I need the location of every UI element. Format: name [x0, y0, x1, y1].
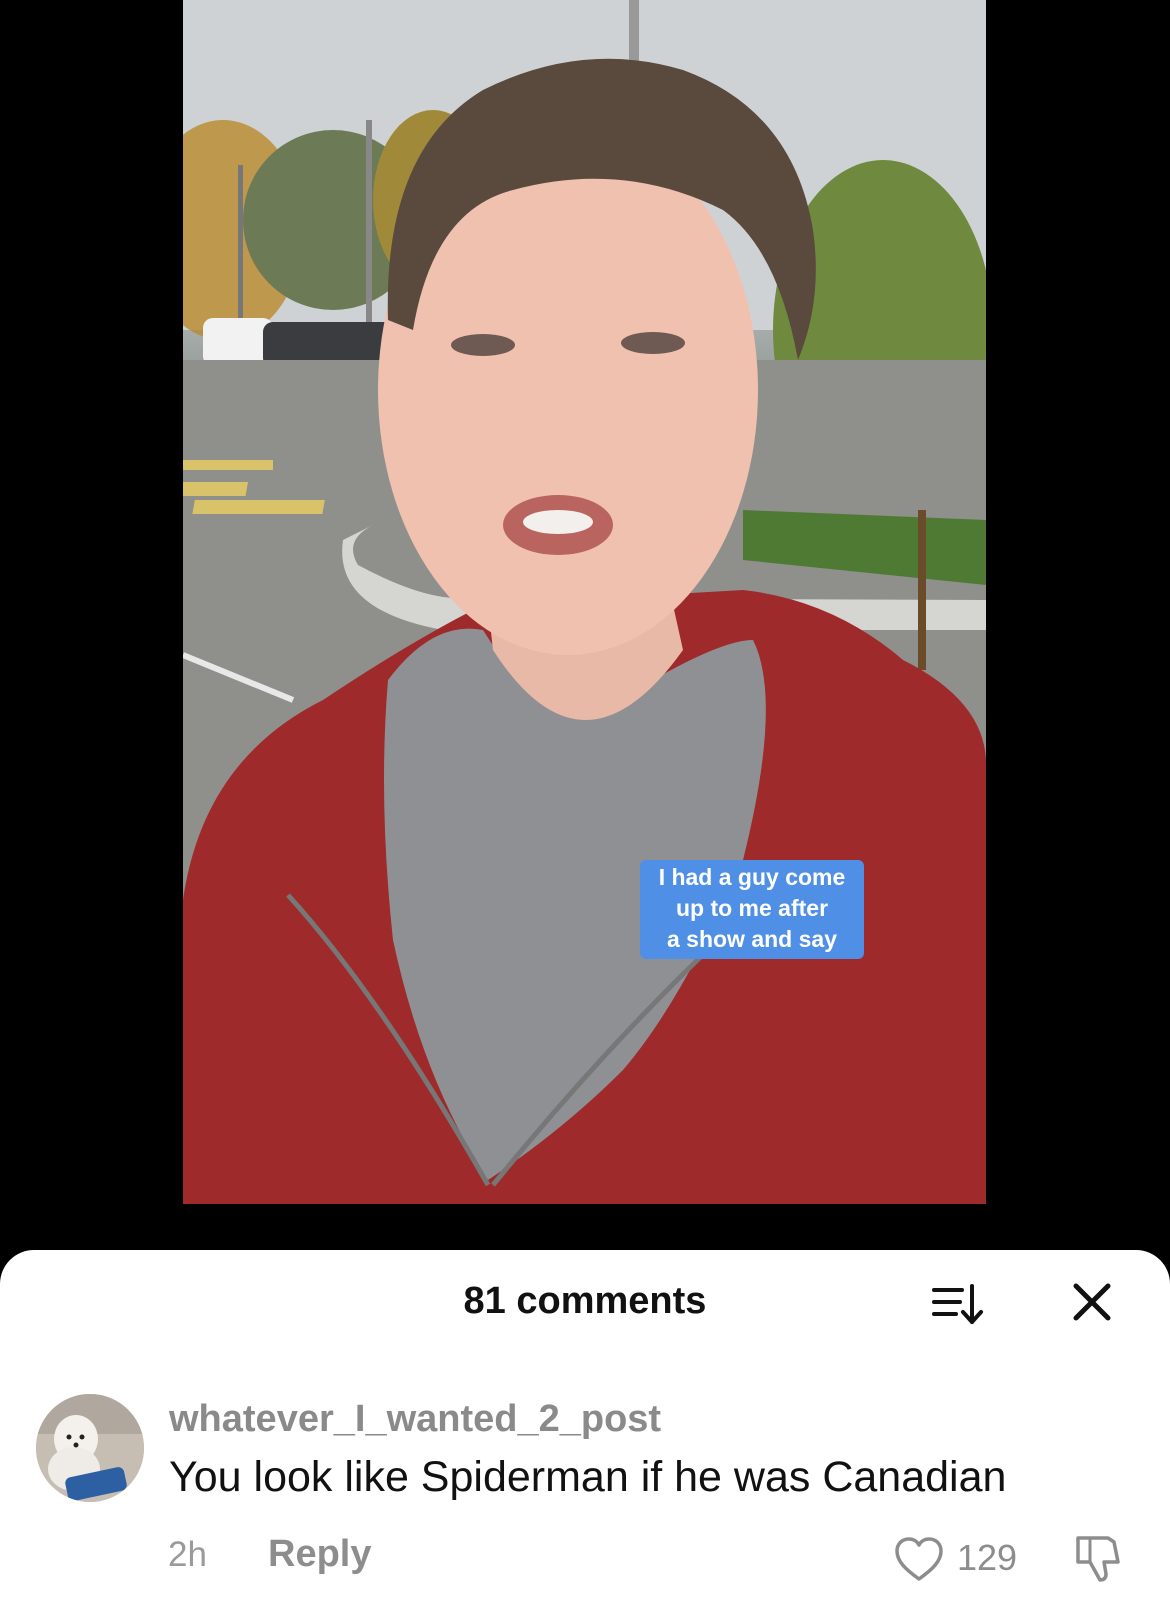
comment-text: You look like Spiderman if he was Canadi… — [169, 1453, 1007, 1501]
caption-line: a show and say — [666, 926, 837, 952]
close-button[interactable] — [1066, 1276, 1118, 1328]
like-count: 129 — [957, 1537, 1018, 1578]
reply-button[interactable]: Reply — [268, 1533, 371, 1576]
video-frame-illustration — [183, 0, 986, 1204]
close-icon — [1073, 1283, 1111, 1321]
video-caption: I had a guy come up to me after a show a… — [640, 860, 864, 959]
caption-line: up to me after — [675, 895, 829, 921]
heart-outline-icon[interactable] — [893, 1535, 945, 1583]
avatar-dog-image — [36, 1394, 144, 1502]
sort-button[interactable] — [930, 1278, 986, 1330]
comments-sheet: 81 comments whatever_I_wanted_2_post You… — [0, 1250, 1170, 1605]
avatar[interactable] — [36, 1394, 144, 1502]
thumbs-down-icon[interactable] — [1070, 1532, 1126, 1584]
comment-username[interactable]: whatever_I_wanted_2_post — [169, 1398, 661, 1441]
comment-time: 2h — [168, 1535, 207, 1574]
comments-count: 81 comments — [463, 1280, 707, 1322]
caption-line: I had a guy come — [658, 864, 846, 890]
video-player[interactable]: I had a guy come up to me after a show a… — [183, 0, 986, 1204]
sort-icon — [932, 1284, 983, 1324]
